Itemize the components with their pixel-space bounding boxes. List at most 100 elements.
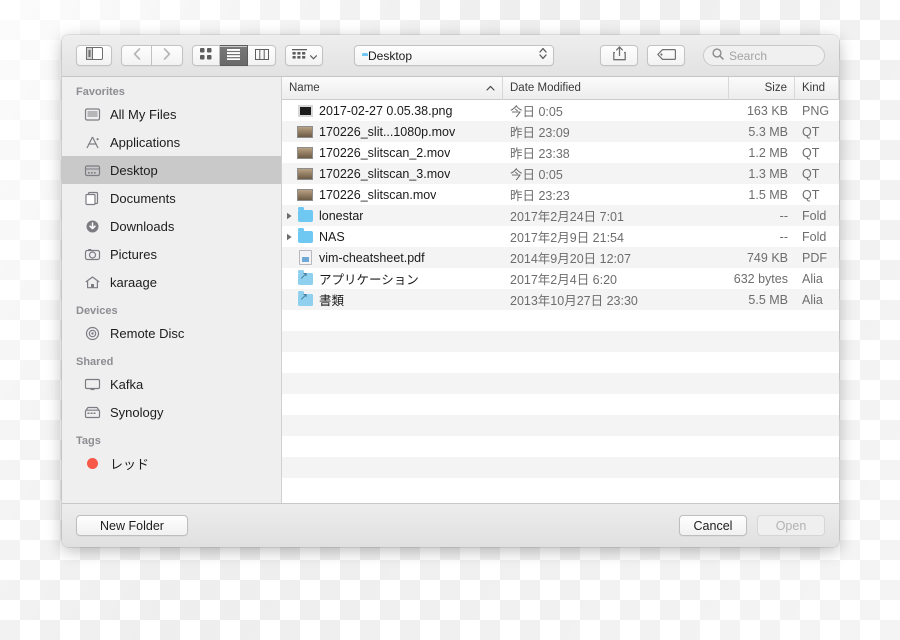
path-popup-button[interactable]: Desktop [354, 45, 554, 66]
icon-view-button[interactable] [192, 45, 220, 66]
display-icon [84, 376, 101, 393]
sidebar-item-label: Downloads [110, 218, 175, 234]
cell-name: NAS [282, 226, 503, 247]
file-name: vim-cheatsheet.pdf [319, 250, 425, 265]
table-row[interactable]: lonestar 2017年2月24日 7:01 -- Fold [282, 205, 839, 226]
column-header-date-modified[interactable]: Date Modified [503, 76, 729, 100]
cell-date-modified: 昨日 23:38 [510, 147, 570, 161]
cell-size: -- [779, 229, 788, 244]
search-placeholder: Search [729, 48, 768, 63]
sidebar-item-label: Kafka [110, 376, 144, 392]
disclosure-triangle-icon[interactable] [282, 212, 297, 220]
cell-date-modified: 2014年9月20日 12:07 [510, 252, 631, 266]
cell-kind: Alia [802, 292, 823, 307]
documents-icon [84, 190, 101, 207]
cell-kind: Fold [802, 229, 827, 244]
cell-kind: QT [802, 145, 820, 160]
cell-date-modified: 2017年2月4日 6:20 [510, 273, 618, 287]
sidebar-toggle-button[interactable] [76, 45, 112, 66]
cell-size: -- [779, 208, 788, 223]
cell-date-modified: 昨日 23:09 [510, 126, 570, 140]
sidebar-item-desktop[interactable]: Desktop [62, 156, 281, 184]
file-picker-dialog: Desktop Search Favorites All My Files Ap… [62, 35, 839, 547]
file-name: 170226_slitscan_3.mov [319, 166, 451, 181]
cell-size: 163 KB [746, 103, 788, 118]
table-row[interactable]: 170226_slit...1080p.mov 昨日 23:09 5.3 MB QT [282, 121, 839, 142]
cell-name: 170226_slit...1080p.mov [282, 121, 503, 142]
table-row[interactable]: アプリケーション 2017年2月4日 6:20 632 bytes Alia [282, 268, 839, 289]
cell-kind: QT [802, 187, 820, 202]
back-button[interactable] [121, 45, 152, 66]
table-row[interactable]: 170226_slitscan.mov 昨日 23:23 1.5 MB QT [282, 184, 839, 205]
cell-size: 1.3 MB [748, 166, 788, 181]
list-view-button[interactable] [220, 45, 248, 66]
tag-button[interactable] [647, 45, 685, 66]
share-button[interactable] [600, 45, 638, 66]
sidebar-toggle-icon [85, 46, 103, 65]
sidebar-item-kafka[interactable]: Kafka [62, 370, 281, 398]
sidebar-group-title: Tags [76, 435, 101, 447]
cell-date-modified: 今日 0:05 [510, 168, 563, 182]
cell-name: 170226_slitscan.mov [282, 184, 503, 205]
sidebar-item-karaage[interactable]: karaage [62, 268, 281, 296]
open-button[interactable]: Open [757, 515, 825, 536]
table-row[interactable]: 170226_slitscan_2.mov 昨日 23:38 1.2 MB QT [282, 142, 839, 163]
downloads-icon [84, 218, 101, 235]
sidebar-item-applications[interactable]: Applications [62, 128, 281, 156]
sidebar-item-label: Applications [110, 134, 181, 150]
disclosure-triangle-icon[interactable] [282, 233, 297, 241]
new-folder-button[interactable]: New Folder [76, 515, 188, 536]
table-row[interactable]: 2017-02-27 0.05.38.png 今日 0:05 163 KB PNG [282, 100, 839, 121]
desktop-icon [84, 162, 101, 179]
empty-row [282, 415, 839, 436]
arrange-by-icon [291, 47, 307, 65]
sidebar-item-remote-disc[interactable]: Remote Disc [62, 319, 281, 347]
sidebar-item-documents[interactable]: Documents [62, 184, 281, 212]
column-header-kind[interactable]: Kind [795, 76, 839, 100]
cell-date-modified: 2017年2月9日 21:54 [510, 231, 624, 245]
cancel-button[interactable]: Cancel [679, 515, 747, 536]
empty-row [282, 352, 839, 373]
cell-size: 1.2 MB [748, 145, 788, 160]
empty-row [282, 394, 839, 415]
column-header-size[interactable]: Size [729, 76, 795, 100]
cell-date-modified: 2013年10月27日 23:30 [510, 294, 638, 308]
table-row[interactable]: 書類 2013年10月27日 23:30 5.5 MB Alia [282, 289, 839, 310]
table-row[interactable]: 170226_slitscan_3.mov 今日 0:05 1.3 MB QT [282, 163, 839, 184]
column-header-name[interactable]: Name [282, 76, 503, 100]
sidebar-item-レッド[interactable]: レッド [62, 449, 281, 477]
sidebar-item-pictures[interactable]: Pictures [62, 240, 281, 268]
alias-icon [297, 270, 313, 287]
red-dot-icon [84, 455, 101, 472]
sidebar-item-all-my-files[interactable]: All My Files [62, 100, 281, 128]
cell-size: 632 bytes [733, 271, 788, 286]
column-header-date-label: Date Modified [510, 82, 581, 94]
cell-kind: PDF [802, 250, 827, 265]
applications-icon [84, 134, 101, 151]
cell-kind: Alia [802, 271, 823, 286]
navigation-buttons [121, 45, 183, 66]
arrange-by-button[interactable] [285, 45, 323, 66]
table-row[interactable]: NAS 2017年2月9日 21:54 -- Fold [282, 226, 839, 247]
file-name: NAS [319, 229, 345, 244]
cell-date-modified: 昨日 23:23 [510, 189, 570, 203]
chevron-left-icon [133, 47, 141, 65]
sidebar-item-synology[interactable]: Synology [62, 398, 281, 426]
cell-name: アプリケーション [282, 268, 503, 289]
cell-kind: QT [802, 124, 820, 139]
forward-button[interactable] [152, 45, 183, 66]
folder-icon [297, 207, 313, 224]
chevron-down-icon [309, 47, 317, 65]
file-name: 170226_slit...1080p.mov [319, 124, 456, 139]
column-view-button[interactable] [248, 45, 276, 66]
column-header-name-label: Name [289, 82, 320, 94]
movie-thumbnail-icon [297, 124, 313, 140]
table-row[interactable]: vim-cheatsheet.pdf 2014年9月20日 12:07 749 KB… [282, 247, 839, 268]
sidebar-item-downloads[interactable]: Downloads [62, 212, 281, 240]
search-field[interactable]: Search [703, 45, 825, 66]
png-thumbnail-icon [297, 103, 313, 119]
sidebar-item-label: karaage [110, 274, 157, 290]
file-name: 170226_slitscan_2.mov [319, 145, 451, 160]
empty-row [282, 436, 839, 457]
chevron-up-icon [486, 83, 495, 93]
